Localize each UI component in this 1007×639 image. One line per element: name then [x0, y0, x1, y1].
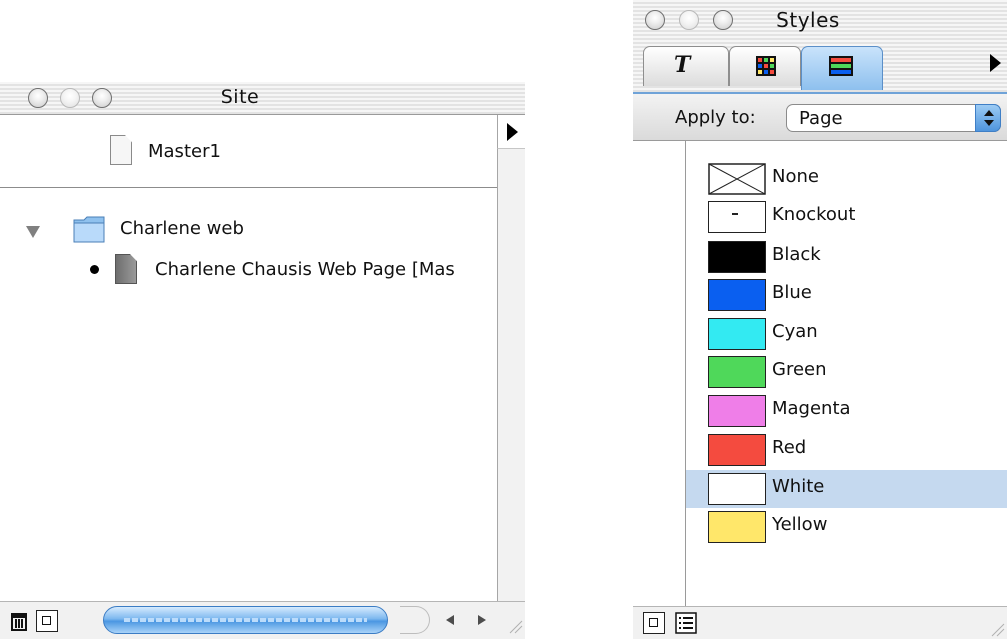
style-name: Knockout [772, 204, 856, 225]
style-item-cyan[interactable]: Cyan [686, 315, 1007, 353]
master-pages-pane: Master1 [0, 115, 497, 188]
style-name: Red [772, 437, 807, 458]
text-style-icon: T [674, 52, 691, 78]
style-name: Yellow [772, 514, 828, 535]
window-title: Styles [776, 8, 840, 32]
folder-label: Charlene web [120, 218, 244, 239]
style-name: Green [772, 359, 827, 380]
select-arrows-icon [975, 104, 1001, 132]
resize-grip-icon[interactable] [507, 618, 523, 634]
site-tree: Charlene web Charlene Chausis Web Page [… [0, 189, 497, 601]
color-style-icon [829, 56, 853, 76]
table-style-icon [756, 56, 776, 76]
style-item-yellow[interactable]: Yellow [686, 508, 1007, 546]
style-item-none[interactable]: None [686, 160, 1007, 198]
color-swatch [708, 395, 766, 427]
resize-grip-icon[interactable] [989, 621, 1005, 637]
page-icon [115, 254, 137, 284]
style-item-black[interactable]: Black [686, 238, 1007, 276]
site-bottom-bar [0, 601, 525, 639]
color-swatch [708, 241, 766, 273]
master-page-item[interactable]: Master1 [105, 135, 355, 171]
color-styles-list: None Knockout Black Blue Cyan Green Mage [633, 141, 1007, 606]
style-name: None [772, 166, 819, 187]
styles-titlebar[interactable]: Styles [633, 0, 1007, 40]
site-titlebar[interactable]: Site [0, 82, 525, 115]
style-item-blue[interactable]: Blue [686, 276, 1007, 314]
color-swatch [708, 318, 766, 350]
close-button[interactable] [645, 10, 665, 30]
page-label: Charlene Chausis Web Page [Mas [155, 259, 455, 280]
site-window: Site Master1 Charlene web Charlene Chaus… [0, 82, 525, 639]
disclosure-triangle-icon[interactable] [26, 225, 40, 239]
apply-to-label: Apply to: [675, 107, 756, 128]
page-icon [110, 135, 132, 165]
style-name: Magenta [772, 398, 851, 419]
none-swatch-icon [708, 163, 766, 195]
window-title: Site [220, 86, 260, 108]
trash-icon[interactable] [8, 610, 30, 632]
scroll-right-icon[interactable] [476, 614, 488, 626]
panel-menu-icon[interactable] [990, 54, 1001, 72]
style-name: Cyan [772, 321, 818, 342]
pane-menu-button[interactable] [497, 115, 525, 149]
close-button[interactable] [28, 88, 48, 108]
knockout-swatch [708, 201, 766, 233]
new-page-icon[interactable] [36, 610, 58, 632]
style-name: Blue [772, 282, 812, 303]
style-name: White [772, 476, 825, 497]
style-item-red[interactable]: Red [686, 431, 1007, 469]
style-type-tabs: T [633, 40, 1007, 94]
color-swatch [708, 434, 766, 466]
scroll-left-icon[interactable] [444, 614, 456, 626]
color-swatch [708, 473, 766, 505]
page-row[interactable]: Charlene Chausis Web Page [Mas [0, 251, 497, 287]
style-item-knockout[interactable]: Knockout [686, 198, 1007, 236]
triangle-right-icon [507, 123, 518, 141]
folder-icon [73, 216, 105, 243]
style-name: Black [772, 244, 821, 265]
color-swatch [708, 279, 766, 311]
styles-bottom-bar [633, 606, 1007, 639]
new-style-icon[interactable] [643, 612, 665, 634]
tab-table-styles[interactable] [729, 46, 801, 86]
zoom-button[interactable] [92, 88, 112, 108]
tab-color-styles[interactable] [801, 46, 883, 90]
zoom-button[interactable] [713, 10, 733, 30]
vertical-scrollbar[interactable] [497, 149, 525, 601]
bullet-icon [90, 265, 99, 274]
style-item-magenta[interactable]: Magenta [686, 392, 1007, 430]
apply-to-select[interactable]: Page [786, 104, 1001, 132]
apply-to-value: Page [799, 108, 843, 129]
style-list-icon[interactable] [675, 612, 697, 634]
folder-row[interactable]: Charlene web [0, 213, 497, 249]
styles-window: Styles T Apply to: Page None Knockout Bl… [633, 0, 1007, 639]
tab-text-styles[interactable]: T [643, 46, 729, 86]
style-item-white[interactable]: White [686, 470, 1007, 508]
apply-to-row: Apply to: Page [633, 94, 1007, 141]
horizontal-scroll-thumb[interactable] [103, 606, 388, 634]
minimize-button[interactable] [60, 88, 80, 108]
horizontal-scroll-track-end [400, 606, 430, 634]
color-swatch [708, 356, 766, 388]
minimize-button[interactable] [679, 10, 699, 30]
style-item-green[interactable]: Green [686, 353, 1007, 391]
master-page-label: Master1 [148, 141, 221, 162]
color-swatch [708, 511, 766, 543]
